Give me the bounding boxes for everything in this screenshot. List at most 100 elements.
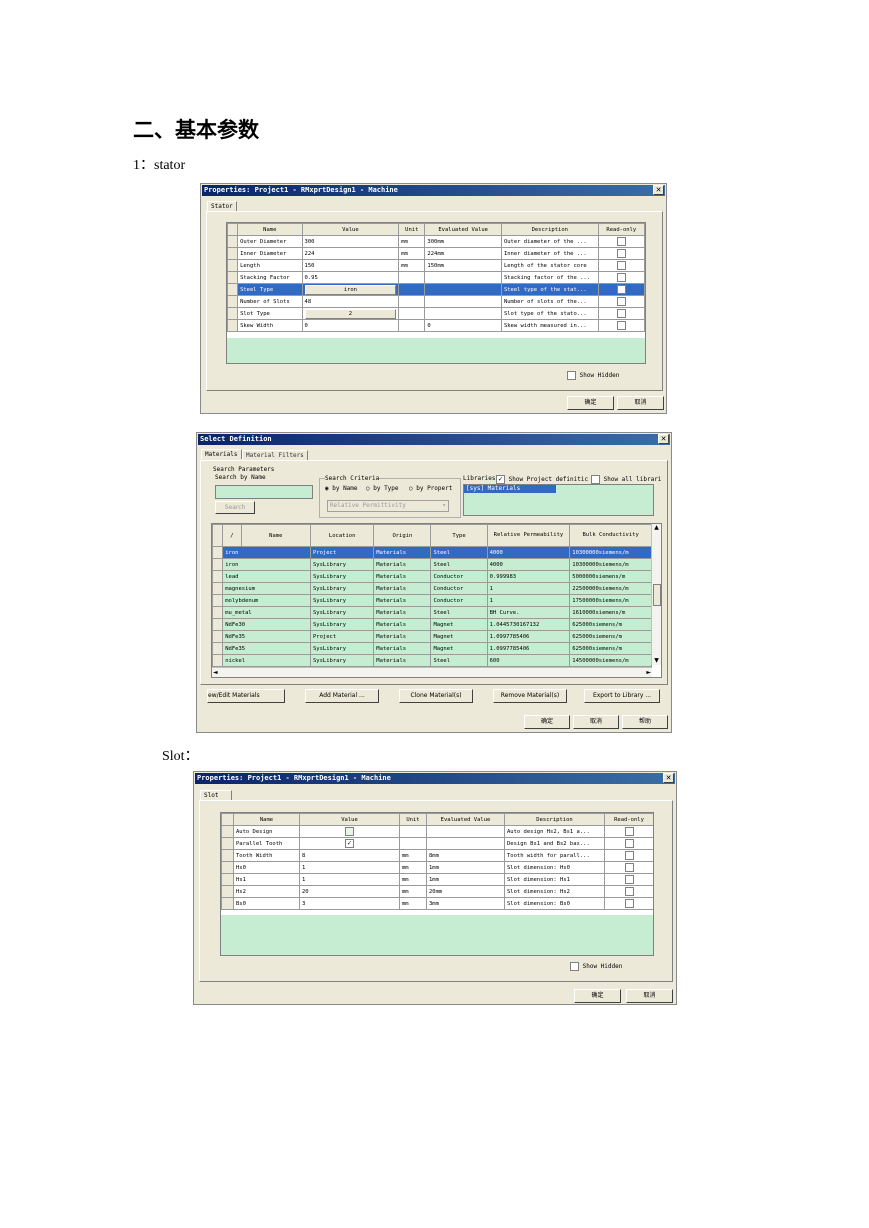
- cancel-button[interactable]: 取消: [573, 715, 619, 729]
- prop-unit[interactable]: [399, 825, 427, 838]
- col-header[interactable]: Read-only: [604, 813, 653, 826]
- col-header[interactable]: Bulk Conductivity: [569, 524, 652, 547]
- prop-unit[interactable]: mm: [399, 849, 427, 862]
- col-header[interactable]: Origin: [373, 524, 432, 547]
- table-row[interactable]: iron SysLibrary Materials Steel 4000 10300000…: [212, 558, 652, 571]
- readonly-checkbox[interactable]: [624, 887, 634, 896]
- show-project-toggle[interactable]: ✓ Show Project definitic: [496, 475, 588, 484]
- prop-unit[interactable]: [398, 307, 426, 320]
- export-to-library-button[interactable]: Export to Library ...: [584, 689, 660, 703]
- add-material-button[interactable]: Add Material ...: [305, 689, 379, 703]
- slot-type-button[interactable]: 2: [304, 308, 397, 319]
- col-header[interactable]: Description: [500, 223, 599, 236]
- show-hidden-toggle[interactable]: Show Hidden: [570, 962, 622, 971]
- readonly-checkbox[interactable]: [616, 321, 626, 330]
- readonly-checkbox[interactable]: [616, 249, 626, 258]
- table-row[interactable]: Parallel Tooth ✓ Design Bs1 and Bs2 bas...: [221, 837, 653, 850]
- col-header[interactable]: Type: [430, 524, 488, 547]
- readonly-checkbox[interactable]: [616, 297, 626, 306]
- vertical-scrollbar[interactable]: ▲ ▼: [651, 524, 661, 665]
- prop-unit[interactable]: [399, 837, 427, 850]
- auto-design-checkbox[interactable]: [345, 827, 354, 836]
- prop-value[interactable]: 3: [299, 897, 400, 910]
- col-header[interactable]: Value: [299, 813, 400, 826]
- prop-value[interactable]: 150: [301, 259, 400, 272]
- prop-value[interactable]: 8: [299, 849, 400, 862]
- tab-materials[interactable]: Materials: [201, 449, 242, 459]
- remove-material-button[interactable]: Remove Material(s): [493, 689, 567, 703]
- ok-button[interactable]: 确定: [524, 715, 570, 729]
- show-hidden-toggle[interactable]: Show Hidden: [567, 371, 619, 380]
- table-row-selected[interactable]: iron Project Materials Steel 4000 10300000sie…: [212, 546, 652, 559]
- table-row[interactable]: NdFe35 SysLibrary Materials Magnet 1.0997785…: [212, 642, 652, 655]
- table-row[interactable]: Auto Design Auto design Hs2, Bs1 a...: [221, 825, 653, 838]
- property-select[interactable]: Relative Permittivity ▾: [327, 500, 449, 512]
- table-row-selected[interactable]: Steel Type iron Steel type of the stat...: [227, 283, 645, 296]
- search-button[interactable]: Search: [215, 501, 255, 514]
- table-row[interactable]: Hs1 1 mm 1mm Slot dimension: Hs1: [221, 873, 653, 886]
- show-all-checkbox[interactable]: [591, 475, 600, 484]
- prop-value[interactable]: 48: [301, 295, 400, 308]
- close-icon[interactable]: ✕: [658, 434, 669, 444]
- tab-stator[interactable]: Stator: [207, 201, 237, 211]
- horizontal-scrollbar[interactable]: ◄ ►: [212, 667, 652, 677]
- search-input[interactable]: [215, 485, 313, 499]
- check-icon[interactable]: ✓: [496, 475, 505, 484]
- prop-unit[interactable]: mm: [399, 861, 427, 874]
- readonly-checkbox[interactable]: [624, 863, 634, 872]
- table-row[interactable]: NdFe35 Project Materials Magnet 1.0997785406…: [212, 630, 652, 643]
- table-row[interactable]: Hs0 1 mm 1mm Slot dimension: Hs0: [221, 861, 653, 874]
- readonly-checkbox[interactable]: [616, 285, 626, 294]
- col-header[interactable]: Read-only: [597, 223, 645, 236]
- prop-value[interactable]: 224: [301, 247, 400, 260]
- scrollbar-thumb[interactable]: [653, 584, 661, 606]
- prop-unit[interactable]: mm: [399, 897, 427, 910]
- readonly-checkbox[interactable]: [616, 273, 626, 282]
- table-row[interactable]: Slot Type 2 Slot type of the stato...: [227, 307, 645, 320]
- table-row[interactable]: Stacking Factor 0.95 Stacking factor of th…: [227, 271, 645, 284]
- prop-unit[interactable]: [398, 283, 426, 296]
- table-row[interactable]: lead SysLibrary Materials Conductor 0.999983…: [212, 570, 652, 583]
- table-row[interactable]: magnesium SysLibrary Materials Conductor 1 22…: [212, 582, 652, 595]
- prop-value[interactable]: 300: [301, 235, 400, 248]
- prop-unit[interactable]: [398, 271, 426, 284]
- table-row[interactable]: nickel SysLibrary Materials Steel 600 1450000…: [212, 654, 652, 667]
- col-header[interactable]: Name: [233, 813, 300, 826]
- prop-value[interactable]: 1: [299, 873, 400, 886]
- table-row[interactable]: molybdenum SysLibrary Materials Conductor 1 1…: [212, 594, 652, 607]
- close-icon[interactable]: ✕: [663, 773, 674, 783]
- table-row[interactable]: Outer Diameter 300 mm 300mm Outer diameter o…: [227, 235, 645, 248]
- col-header[interactable]: /: [222, 524, 242, 547]
- tab-slot[interactable]: Slot: [200, 790, 232, 800]
- table-row[interactable]: Bs0 3 mm 3mm Slot dimension: Bs0: [221, 897, 653, 910]
- radio-by-type[interactable]: ○ by Type: [366, 485, 399, 492]
- col-header[interactable]: Evaluated Value: [426, 813, 505, 826]
- readonly-checkbox[interactable]: [624, 875, 634, 884]
- table-row[interactable]: mu_metal SysLibrary Materials Steel BH Curve…: [212, 606, 652, 619]
- prop-unit[interactable]: mm: [398, 259, 426, 272]
- scroll-up-icon[interactable]: ▲: [652, 524, 661, 532]
- col-header[interactable]: Unit: [399, 813, 427, 826]
- clone-material-button[interactable]: Clone Material(s): [399, 689, 473, 703]
- cancel-button[interactable]: 取消: [617, 396, 664, 410]
- help-button[interactable]: 帮助: [622, 715, 668, 729]
- prop-unit[interactable]: mm: [399, 885, 427, 898]
- table-row[interactable]: Tooth Width 8 mm 8mm Tooth width for parall.…: [221, 849, 653, 862]
- col-header[interactable]: Relative Permeability: [486, 524, 571, 547]
- prop-unit[interactable]: [398, 319, 426, 332]
- prop-unit[interactable]: mm: [399, 873, 427, 886]
- prop-unit[interactable]: [398, 295, 426, 308]
- col-header[interactable]: Evaluated Value: [424, 223, 502, 236]
- prop-value[interactable]: 20: [299, 885, 400, 898]
- show-hidden-checkbox[interactable]: [567, 371, 576, 380]
- radio-by-property[interactable]: ○ by Propert: [409, 485, 452, 492]
- view-edit-materials-button[interactable]: ew/Edit Materials: [207, 689, 285, 703]
- readonly-checkbox[interactable]: [616, 237, 626, 246]
- scroll-right-icon[interactable]: ►: [646, 668, 651, 677]
- radio-by-name[interactable]: ◉ by Name: [325, 485, 358, 492]
- prop-value[interactable]: 1: [299, 861, 400, 874]
- col-header[interactable]: Name: [237, 223, 303, 236]
- tab-material-filters[interactable]: Material Filters: [242, 450, 308, 460]
- table-row[interactable]: NdFe30 SysLibrary Materials Magnet 1.0445730…: [212, 618, 652, 631]
- prop-value[interactable]: 0: [301, 319, 400, 332]
